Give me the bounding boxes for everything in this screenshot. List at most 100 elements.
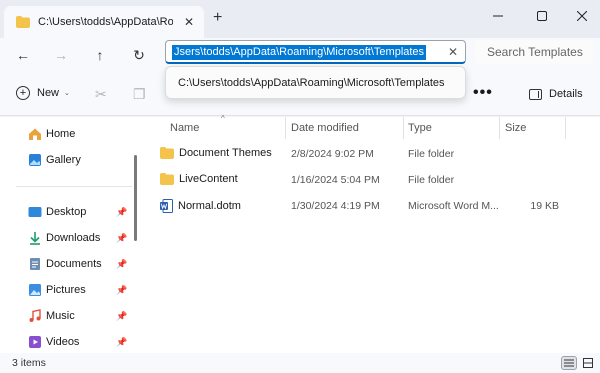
file-size: 19 KB [530, 200, 559, 212]
documents-icon [30, 258, 40, 270]
forward-button[interactable]: → [50, 45, 72, 65]
details-label: Details [549, 88, 583, 100]
file-type: File folder [408, 174, 455, 186]
nav-divider [16, 186, 132, 187]
videos-icon [29, 336, 41, 348]
new-label: New [37, 87, 60, 99]
tab-title: C:\Users\todds\AppData\Roam [38, 16, 173, 28]
details-pane-icon [529, 88, 542, 100]
column-header-name[interactable]: Name [170, 122, 199, 134]
file-date: 1/30/2024 4:19 PM [291, 200, 380, 212]
pin-icon: 📌 [116, 311, 128, 321]
maximize-icon [537, 11, 547, 21]
gallery-icon [29, 154, 41, 166]
up-button[interactable]: ↑ [89, 45, 111, 65]
chevron-down-icon: ⌄ [64, 90, 70, 97]
back-button[interactable]: ← [12, 45, 34, 65]
more-options-button[interactable]: ••• [473, 84, 493, 102]
details-view-button[interactable] [561, 356, 577, 370]
table-row[interactable]: Document Themes 2/8/2024 9:02 PM File fo… [144, 142, 600, 166]
search-input[interactable]: Search Templates [475, 40, 593, 64]
pin-icon: 📌 [116, 207, 128, 217]
close-window-button[interactable] [562, 6, 600, 26]
file-name: Normal.dotm [178, 200, 241, 212]
file-list: Name ^ Date modified Type Size Document … [144, 114, 600, 353]
navigation-pane: Home Gallery Desktop 📌 Downloads 📌 Docum… [0, 117, 144, 353]
table-row[interactable]: Normal.dotm 1/30/2024 4:19 PM Microsoft … [144, 194, 600, 218]
tab-strip: C:\Users\todds\AppData\Roam ✕ + [0, 0, 600, 38]
sidebar-item-downloads[interactable]: Downloads [28, 230, 100, 246]
pictures-icon [29, 284, 41, 296]
file-name-cell: LiveContent [160, 173, 238, 185]
file-type: Microsoft Word M... [408, 200, 499, 212]
new-button[interactable]: + New ⌄ [16, 86, 70, 100]
minimize-icon [493, 15, 503, 17]
add-icon: + [16, 86, 30, 100]
details-view-icon [564, 359, 574, 367]
file-name-cell: Normal.dotm [160, 199, 241, 213]
file-date: 2/8/2024 9:02 PM [291, 148, 374, 160]
cut-icon[interactable]: ✂ [95, 86, 107, 103]
sidebar-item-label: Pictures [46, 284, 86, 296]
column-header-date[interactable]: Date modified [291, 122, 359, 134]
sidebar-item-label: Music [46, 310, 75, 322]
folder-icon [160, 173, 174, 185]
folder-icon [160, 147, 174, 159]
word-template-icon [160, 199, 173, 213]
tiles-view-button[interactable] [580, 356, 596, 370]
column-divider[interactable] [403, 117, 404, 139]
status-bar: 3 items [0, 353, 600, 373]
column-header-type[interactable]: Type [408, 122, 432, 134]
close-icon [577, 11, 587, 21]
file-name: LiveContent [179, 173, 238, 185]
sidebar-item-videos[interactable]: Videos [28, 334, 79, 350]
sidebar-item-label: Desktop [46, 206, 87, 218]
sidebar-item-music[interactable]: Music [28, 308, 75, 324]
pin-icon: 📌 [116, 337, 128, 347]
search-placeholder: Search Templates [487, 45, 583, 59]
address-suggestion-dropdown: C:\Users\todds\AppData\Roaming\Microsoft… [165, 66, 466, 99]
tab-close-icon[interactable]: ✕ [184, 15, 194, 29]
refresh-button[interactable]: ↻ [128, 45, 150, 65]
sidebar-item-label: Home [46, 128, 76, 140]
sort-indicator-icon: ^ [221, 114, 225, 123]
details-pane-button[interactable]: Details [529, 88, 583, 100]
music-icon [29, 309, 41, 322]
nav-pane-scrollbar[interactable] [134, 155, 137, 241]
address-bar-input[interactable]: Jsers\todds\AppData\Roaming\Microsoft\Te… [165, 40, 466, 64]
home-icon [29, 128, 41, 140]
sidebar-item-label: Documents [46, 258, 102, 270]
column-divider[interactable] [285, 117, 286, 139]
new-tab-button[interactable]: + [213, 10, 222, 26]
minimize-button[interactable] [478, 6, 518, 26]
sidebar-item-label: Downloads [46, 232, 101, 244]
address-suggestion-item[interactable]: C:\Users\todds\AppData\Roaming\Microsoft… [178, 77, 445, 89]
pin-icon: 📌 [116, 259, 128, 269]
file-type: File folder [408, 148, 455, 160]
file-name: Document Themes [179, 147, 272, 159]
column-divider[interactable] [565, 117, 566, 139]
sidebar-item-label: Gallery [46, 154, 81, 166]
tab-templates[interactable]: C:\Users\todds\AppData\Roam ✕ [4, 6, 204, 38]
copy-icon[interactable]: ❐ [133, 86, 146, 103]
desktop-icon [28, 207, 42, 217]
downloads-icon [30, 232, 40, 245]
sidebar-item-pictures[interactable]: Pictures [28, 282, 86, 298]
file-name-cell: Document Themes [160, 147, 272, 159]
column-header-size[interactable]: Size [505, 122, 526, 134]
clear-address-icon[interactable]: ✕ [448, 45, 458, 59]
file-date: 1/16/2024 5:04 PM [291, 174, 380, 186]
item-count: 3 items [12, 357, 46, 369]
sidebar-item-label: Videos [46, 336, 80, 348]
sidebar-item-home[interactable]: Home [28, 126, 75, 142]
sidebar-item-desktop[interactable]: Desktop [28, 204, 86, 220]
table-row[interactable]: LiveContent 1/16/2024 5:04 PM File folde… [144, 168, 600, 192]
sidebar-item-gallery[interactable]: Gallery [28, 152, 81, 168]
pin-icon: 📌 [116, 285, 128, 295]
maximize-button[interactable] [522, 6, 562, 26]
column-divider[interactable] [499, 117, 500, 139]
sidebar-item-documents[interactable]: Documents [28, 256, 102, 272]
pin-icon: 📌 [116, 233, 128, 243]
tiles-view-icon [583, 358, 593, 368]
address-selected-text: Jsers\todds\AppData\Roaming\Microsoft\Te… [172, 45, 427, 60]
